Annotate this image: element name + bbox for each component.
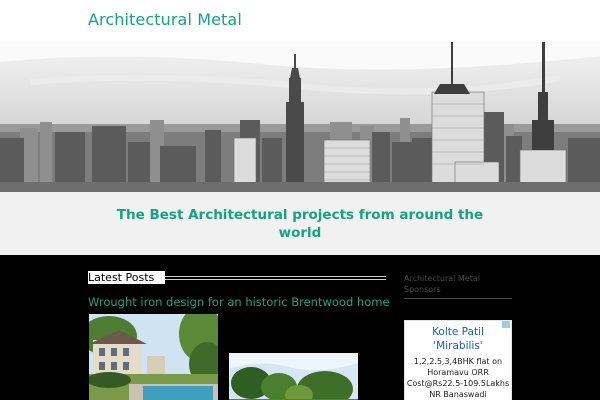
- ad-body-line: NR Banaswadi: [429, 390, 487, 399]
- ad-title-line: 'Mirabilis': [433, 340, 483, 352]
- site-header: Architectural Metal: [0, 0, 600, 42]
- ad-body-line: Horamavu ORR: [427, 368, 489, 377]
- house-pool-image: [89, 314, 218, 400]
- ad-body: 1,2,2.5,3,4BHK flat on Horamavu ORR Cost…: [405, 356, 511, 400]
- garden-trees-image: [229, 353, 358, 400]
- post-title-link[interactable]: Wrought iron design for an historic Bren…: [88, 295, 390, 309]
- sponsors-heading: Architectural Metal Sponsors: [404, 273, 512, 299]
- site-title-link[interactable]: Architectural Metal: [88, 10, 242, 29]
- latest-posts-header: Latest Posts: [88, 271, 386, 284]
- page: Architectural Metal The Best Architectur…: [0, 0, 600, 400]
- city-skyline-image: [0, 42, 600, 192]
- ad-title[interactable]: Kolte Patil 'Mirabilis': [405, 325, 511, 353]
- post-thumbnail-garden[interactable]: [229, 353, 358, 400]
- ad-title-line: Kolte Patil: [432, 326, 484, 338]
- ad-body-line: 1,2,2.5,3,4BHK flat on: [413, 357, 503, 366]
- sponsor-ad[interactable]: Kolte Patil 'Mirabilis' 1,2,2.5,3,4BHK f…: [404, 320, 512, 400]
- hero-banner: [0, 42, 600, 192]
- latest-posts-heading: Latest Posts: [88, 271, 166, 284]
- site-tagline: The Best Architectural projects from aro…: [116, 207, 484, 241]
- ad-body-line: Cost@Rs22.5-109.5Lakhs: [406, 379, 510, 388]
- ad-choices-icon[interactable]: [502, 321, 510, 328]
- tagline-band: The Best Architectural projects from aro…: [0, 192, 600, 255]
- post-thumbnail-house[interactable]: [89, 314, 218, 400]
- content-area: Latest Posts Wrought iron design for an …: [0, 255, 600, 400]
